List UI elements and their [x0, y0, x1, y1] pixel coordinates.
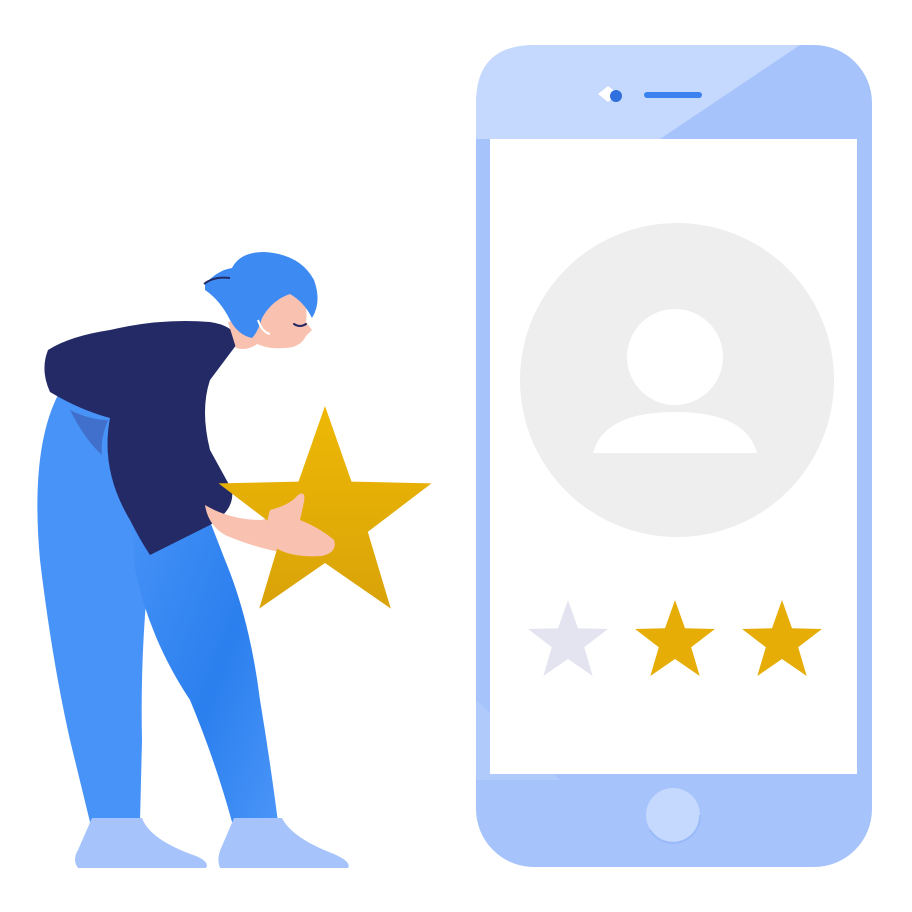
person-front-shoe	[218, 818, 349, 868]
avatar-head	[627, 309, 723, 405]
phone-icon	[476, 45, 872, 867]
person-back-shoe	[75, 818, 207, 868]
held-star-icon	[218, 406, 432, 609]
phone-speaker	[644, 92, 702, 98]
held-star-shape	[218, 406, 432, 609]
user-avatar-icon	[520, 223, 834, 537]
person-figure	[37, 252, 432, 868]
rating-illustration	[37, 45, 872, 868]
